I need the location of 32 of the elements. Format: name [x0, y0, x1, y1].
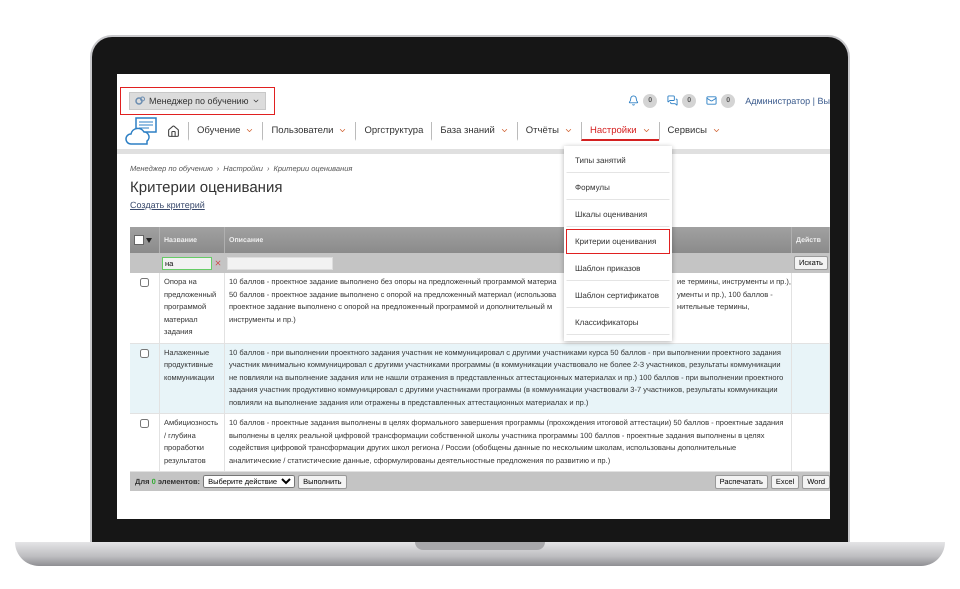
action-cell	[792, 414, 830, 472]
nav-tab[interactable]: Обучение	[188, 122, 262, 140]
clear-icon[interactable]	[214, 259, 222, 267]
menu-item[interactable]: Формулы	[566, 175, 670, 200]
bell-icon[interactable]	[628, 95, 640, 106]
nav-tab[interactable]: Пользователи	[262, 122, 356, 140]
nav-tab[interactable]: Сервисы	[658, 122, 729, 140]
mail-icon[interactable]	[706, 95, 718, 106]
gears-icon	[135, 96, 145, 106]
user-menu[interactable]: Администратор | Вы	[745, 96, 830, 106]
nav-tab[interactable]: Оргструктура	[355, 122, 432, 140]
menu-item[interactable]: Критерии оценивания	[566, 229, 670, 254]
description-filter-field[interactable]	[227, 256, 333, 270]
cloud-book-logo	[125, 116, 159, 146]
row-checkbox[interactable]	[140, 348, 149, 358]
row-checkbox[interactable]	[140, 278, 149, 287]
nav-tab[interactable]: База знаний	[431, 122, 517, 140]
home-icon[interactable]	[167, 124, 180, 138]
menu-item[interactable]: Шаблон сертификатов	[566, 283, 670, 308]
menu-item[interactable]: Классификаторы	[566, 310, 670, 335]
chat-icon[interactable]	[667, 95, 678, 106]
nav-tab[interactable]: Настройки	[580, 122, 659, 140]
menu-item[interactable]: Типы занятий	[566, 148, 670, 173]
select-all-checkbox[interactable]	[134, 235, 154, 245]
nav-tab[interactable]: Отчёты	[516, 122, 581, 140]
row-checkbox[interactable]	[140, 419, 149, 428]
menu-item[interactable]: Шаблон приказов	[566, 256, 670, 281]
action-cell	[792, 344, 830, 414]
create-link[interactable]: Создать критерий	[130, 200, 205, 210]
page-title: Критерии оценивания	[130, 179, 282, 196]
role-selector[interactable]: Менеджер по обучению	[129, 92, 266, 110]
menu-item[interactable]: Шкалы оценивания	[566, 202, 670, 227]
